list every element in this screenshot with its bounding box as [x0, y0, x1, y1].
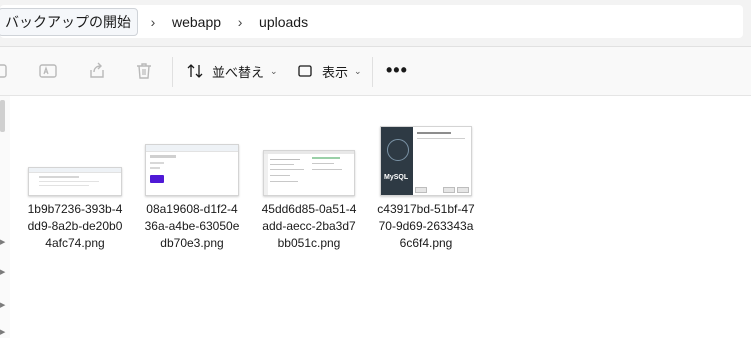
sort-icon [187, 64, 203, 78]
toolbar-divider [172, 57, 173, 87]
view-label: 表示 [322, 64, 349, 80]
breadcrumb-item-label: バックアップの開始 [5, 13, 131, 30]
chevron-down-icon: ⌄ [354, 65, 362, 76]
navigation-pane: ▶ ▶ ▶ ▶ [0, 96, 10, 338]
file-item[interactable]: 08a19608-d1f2-436a-a4be-63050edb70e3.png [137, 120, 247, 252]
breadcrumb-item-webapp[interactable]: webapp [168, 14, 225, 30]
sort-button[interactable]: 並べ替え ⌄ [186, 60, 278, 82]
more-icon[interactable]: ••• [386, 60, 408, 81]
file-thumbnail [263, 150, 355, 196]
file-thumbnail [145, 144, 239, 196]
file-name: 08a19608-d1f2-436a-a4be-63050edb70e3.png [144, 202, 240, 250]
file-name: 45dd6d85-0a51-4add-aecc-2ba3d7bb051c.png [261, 202, 357, 250]
mysql-logo-text: MySQL [384, 174, 409, 181]
breadcrumb-item-backup[interactable]: バックアップの開始 [0, 7, 138, 36]
breadcrumb-item-uploads[interactable]: uploads [255, 14, 312, 30]
file-item[interactable]: MySQL c43917bd-51bf-4770-9d69-263343a6c6… [371, 120, 481, 252]
expand-icon[interactable]: ▶ [0, 301, 5, 309]
address-bar: バックアップの開始 › webapp › uploads [0, 0, 751, 47]
rename-icon[interactable] [38, 61, 58, 81]
chevron-right-icon[interactable]: › [138, 14, 168, 30]
delete-icon[interactable] [134, 61, 154, 81]
chevron-right-icon[interactable]: › [225, 14, 255, 30]
sort-label: 並べ替え [212, 64, 265, 80]
file-item[interactable]: 45dd6d85-0a51-4add-aecc-2ba3d7bb051c.png [254, 120, 364, 252]
scrollbar-thumb[interactable] [0, 100, 5, 132]
file-name: 1b9b7236-393b-4dd9-8a2b-de20b04afc74.png [27, 202, 123, 250]
expand-icon[interactable]: ▶ [0, 238, 5, 246]
chevron-down-icon: ⌄ [270, 65, 278, 76]
file-thumbnail [28, 167, 122, 196]
breadcrumb[interactable]: バックアップの開始 › webapp › uploads [0, 5, 743, 38]
mysql-sidebar-preview: MySQL [381, 127, 413, 195]
view-button[interactable]: 表示 ⌄ [296, 60, 362, 82]
share-icon[interactable] [87, 61, 107, 81]
cut-icon[interactable] [0, 61, 10, 81]
expand-icon[interactable]: ▶ [0, 268, 5, 276]
purple-button-preview [150, 175, 164, 183]
toolbar-divider [372, 57, 373, 87]
file-thumbnail: MySQL [380, 126, 472, 196]
file-item[interactable]: 1b9b7236-393b-4dd9-8a2b-de20b04afc74.png [20, 120, 130, 252]
expand-icon[interactable]: ▶ [0, 328, 5, 336]
file-name: c43917bd-51bf-4770-9d69-263343a6c6f4.png [377, 202, 475, 250]
command-bar: 並べ替え ⌄ 表示 ⌄ ••• [0, 47, 751, 96]
view-icon [298, 65, 312, 77]
